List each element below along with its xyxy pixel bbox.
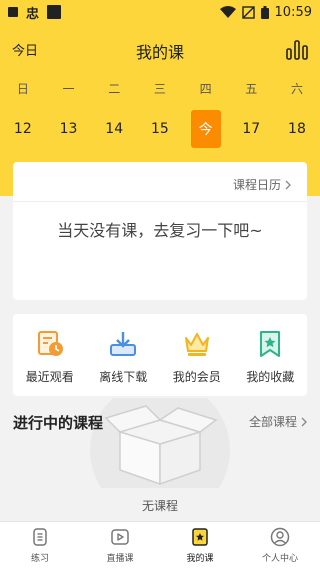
weekday-label: 四: [199, 82, 212, 96]
nav-label: 直播课: [106, 554, 134, 564]
battery-icon: [260, 5, 269, 19]
date-cell[interactable]: 15: [145, 110, 175, 148]
no-courses-text: 无课程: [141, 499, 178, 513]
all-courses-link[interactable]: 全部课程: [249, 413, 307, 430]
nav-label: 练习: [30, 554, 49, 564]
page-title: 我的课: [135, 43, 184, 62]
status-bar: 忠 10:59: [0, 0, 320, 24]
quick-action-membership[interactable]: 我的会员: [160, 314, 234, 396]
course-calendar-label: 课程日历: [232, 178, 281, 192]
profile-icon: [270, 527, 290, 547]
quick-action-download[interactable]: 离线下载: [87, 314, 161, 396]
no-course-message: 当天没有课，去复习一下吧~: [57, 221, 263, 240]
weekday-label: 二: [108, 82, 121, 96]
practice-icon: [30, 527, 50, 547]
week-date-row: 12 13 14 15 今 17 18: [0, 110, 320, 148]
weekday-label: 日: [16, 82, 29, 96]
date-cell[interactable]: 18: [282, 110, 312, 148]
weekday-label: 三: [153, 82, 166, 96]
nav-profile[interactable]: 个人中心: [240, 522, 320, 568]
date-cell[interactable]: 12: [8, 110, 38, 148]
recent-watch-icon: [34, 328, 66, 360]
app-notification-icon: 忠: [26, 6, 40, 22]
bar-chart-icon[interactable]: [286, 40, 308, 60]
quick-actions-card: 最近观看 离线下载 我的会员 我的收藏: [13, 314, 307, 396]
nav-label: 个人中心: [261, 554, 298, 564]
date-cell-selected[interactable]: 今: [190, 110, 221, 148]
weekday-label: 五: [245, 82, 258, 96]
quick-action-favorites[interactable]: 我的收藏: [234, 314, 308, 396]
page-header: 今日 我的课: [0, 32, 320, 68]
ongoing-courses-header: 进行中的课程 全部课程: [13, 410, 307, 434]
chevron-right-icon: [285, 180, 291, 189]
nav-label: 我的课: [186, 554, 214, 564]
quick-action-label: 离线下载: [99, 370, 148, 384]
wifi-icon: [219, 6, 236, 18]
crown-icon: [181, 328, 213, 360]
status-time: 10:59: [274, 4, 312, 20]
course-calendar-link[interactable]: 课程日历: [233, 176, 291, 193]
nav-my-course[interactable]: 我的课: [160, 522, 240, 568]
bottom-navigation: 练习 直播课 我的课 个人中心: [0, 521, 320, 568]
quick-action-recent[interactable]: 最近观看: [13, 314, 87, 396]
weekday-header: 日 一 二 三 四 五 六: [0, 80, 320, 97]
date-cell[interactable]: 14: [99, 110, 129, 148]
all-courses-label: 全部课程: [248, 415, 297, 429]
daily-course-card: 课程日历 当天没有课，去复习一下吧~: [13, 162, 307, 300]
date-cell[interactable]: 13: [54, 110, 84, 148]
weekday-label: 一: [62, 82, 75, 96]
download-icon: [107, 328, 139, 360]
signal-off-icon: [241, 5, 255, 19]
quick-action-label: 最近观看: [25, 370, 74, 384]
bookmark-star-icon: [254, 328, 286, 360]
weekday-label: 六: [290, 82, 303, 96]
section-title: 进行中的课程: [13, 414, 104, 432]
nav-practice[interactable]: 练习: [0, 522, 80, 568]
live-play-icon: [110, 527, 130, 547]
quick-action-label: 我的会员: [172, 370, 221, 384]
chevron-right-icon: [301, 417, 307, 426]
quick-action-label: 我的收藏: [246, 370, 295, 384]
date-cell[interactable]: 17: [236, 110, 266, 148]
divider: [13, 201, 307, 202]
notification-icon: [8, 7, 18, 17]
nav-live[interactable]: 直播课: [80, 522, 160, 568]
image-notification-icon: [47, 5, 62, 19]
my-course-star-icon: [190, 527, 210, 547]
